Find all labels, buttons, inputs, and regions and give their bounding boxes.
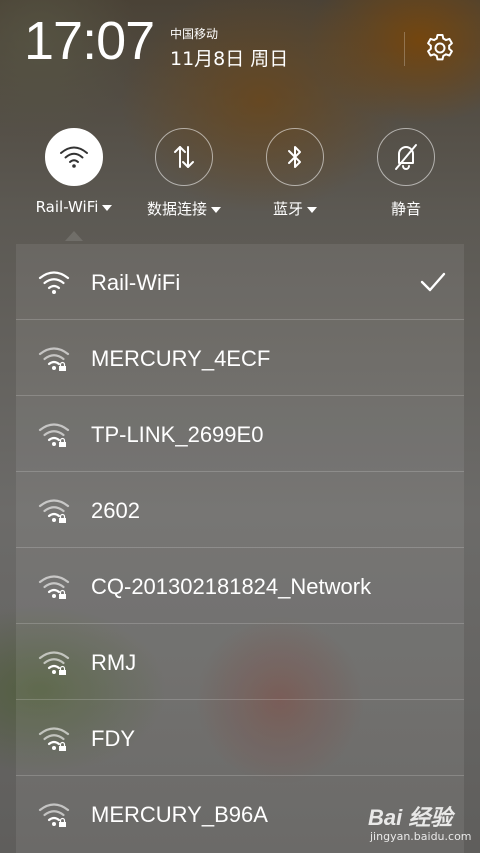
toggle-data[interactable]: 数据连接 — [129, 128, 239, 219]
wifi-secured-icon — [38, 727, 70, 751]
checkmark-icon — [420, 272, 446, 292]
wifi-network-item[interactable]: FDY — [16, 700, 464, 776]
baidu-jingyan-watermark: Bai 经验 jingyan.baidu.com — [368, 800, 472, 848]
lock-icon — [59, 670, 66, 675]
toggle-wifi-circle[interactable] — [45, 128, 103, 186]
toggle-mute[interactable]: 静音 — [351, 128, 461, 219]
lock-icon — [59, 518, 66, 523]
toggle-data-circle[interactable] — [155, 128, 213, 186]
toggle-wifi[interactable]: Rail-WiFi — [19, 128, 129, 216]
wifi-secured-icon — [38, 651, 70, 675]
chevron-down-icon — [102, 204, 113, 211]
wifi-ssid: TP-LINK_2699E0 — [91, 422, 264, 447]
wifi-network-item[interactable]: TP-LINK_2699E0 — [16, 396, 464, 472]
bell-mute-icon — [395, 144, 417, 170]
bluetooth-icon — [288, 146, 301, 168]
data-connection-icon — [174, 146, 194, 168]
dropdown-pointer — [65, 231, 83, 241]
gear-icon — [427, 34, 453, 61]
watermark-brand: Bai 经验 — [368, 805, 453, 830]
wifi-secured-icon — [38, 347, 70, 371]
wifi-secured-icon — [38, 575, 70, 599]
settings-button[interactable] — [424, 32, 456, 64]
lock-icon — [59, 746, 66, 751]
wifi-ssid: 2602 — [91, 498, 140, 523]
wifi-ssid: FDY — [91, 726, 135, 751]
wifi-network-item[interactable]: CQ-201302181824_Network — [16, 548, 464, 624]
notification-shade: 17:07 中国移动 11月8日 周日 Rail-WiFi 数据连接 蓝牙 静音… — [0, 0, 480, 853]
wifi-ssid: MERCURY_4ECF — [91, 346, 271, 371]
lock-icon — [59, 822, 66, 827]
chevron-down-icon — [307, 206, 317, 213]
wifi-ssid: Rail-WiFi — [91, 270, 181, 295]
toggle-bluetooth-circle[interactable] — [266, 128, 324, 186]
toggle-data-label: 数据连接 — [129, 198, 239, 219]
lock-icon — [59, 366, 66, 371]
date-label: 11月8日 周日 — [170, 48, 289, 70]
wifi-signal-icon — [38, 271, 70, 294]
toggle-mute-circle[interactable] — [377, 128, 435, 186]
wifi-network-item[interactable]: Rail-WiFi — [16, 244, 464, 320]
toggle-mute-label: 静音 — [390, 200, 421, 218]
toggle-bluetooth[interactable]: 蓝牙 — [240, 128, 350, 219]
wifi-ssid: CQ-201302181824_Network — [91, 574, 372, 599]
wifi-icon — [60, 146, 88, 168]
lock-icon — [59, 442, 66, 447]
wifi-network-item[interactable]: MERCURY_4ECF — [16, 320, 464, 396]
wifi-secured-icon — [38, 423, 70, 447]
chevron-down-icon — [211, 206, 221, 213]
wifi-network-item[interactable]: RMJ — [16, 624, 464, 700]
toggle-wifi-label: Rail-WiFi — [19, 198, 129, 216]
lock-icon — [59, 594, 66, 599]
wifi-network-list: Rail-WiFi MERCURY_4ECF TP-LINK_2699E0 26… — [16, 244, 464, 853]
clock-time: 17:07 — [24, 11, 155, 71]
carrier-name: 中国移动 — [170, 27, 219, 41]
watermark-site: jingyan.baidu.com — [370, 830, 472, 843]
wifi-ssid: RMJ — [91, 650, 137, 675]
wifi-secured-icon — [38, 803, 70, 827]
header-divider — [404, 32, 405, 66]
toggle-bluetooth-label: 蓝牙 — [240, 198, 350, 219]
wifi-ssid: MERCURY_B96A — [91, 802, 268, 827]
wifi-secured-icon — [38, 499, 70, 523]
quick-toggles: Rail-WiFi 数据连接 蓝牙 静音 — [0, 128, 480, 228]
wifi-network-item[interactable]: 2602 — [16, 472, 464, 548]
